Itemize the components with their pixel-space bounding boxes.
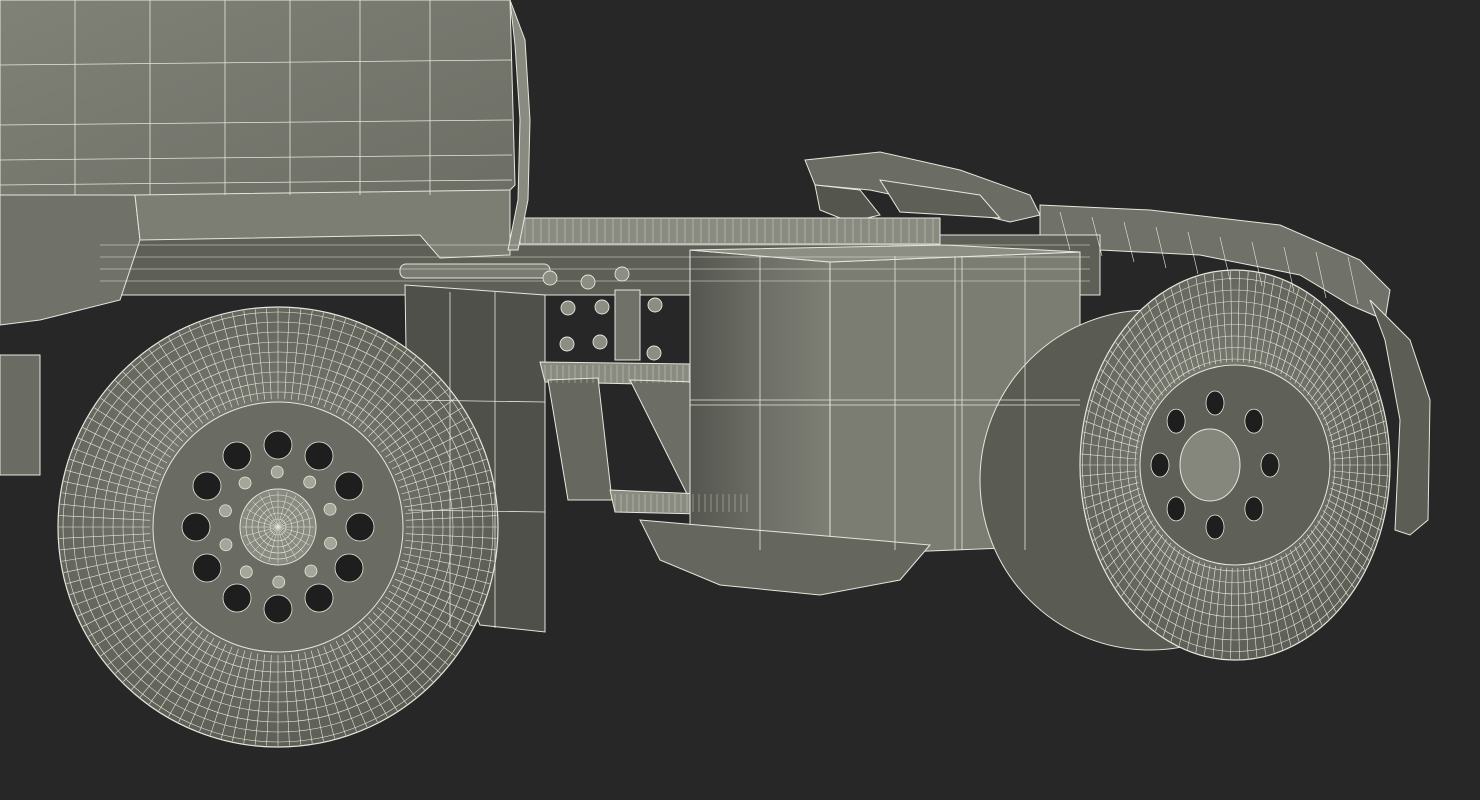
front-wheel <box>57 306 499 748</box>
rear-wheel <box>1079 269 1391 661</box>
front-hub <box>242 491 314 563</box>
truck-wireframe-render <box>0 0 1480 800</box>
